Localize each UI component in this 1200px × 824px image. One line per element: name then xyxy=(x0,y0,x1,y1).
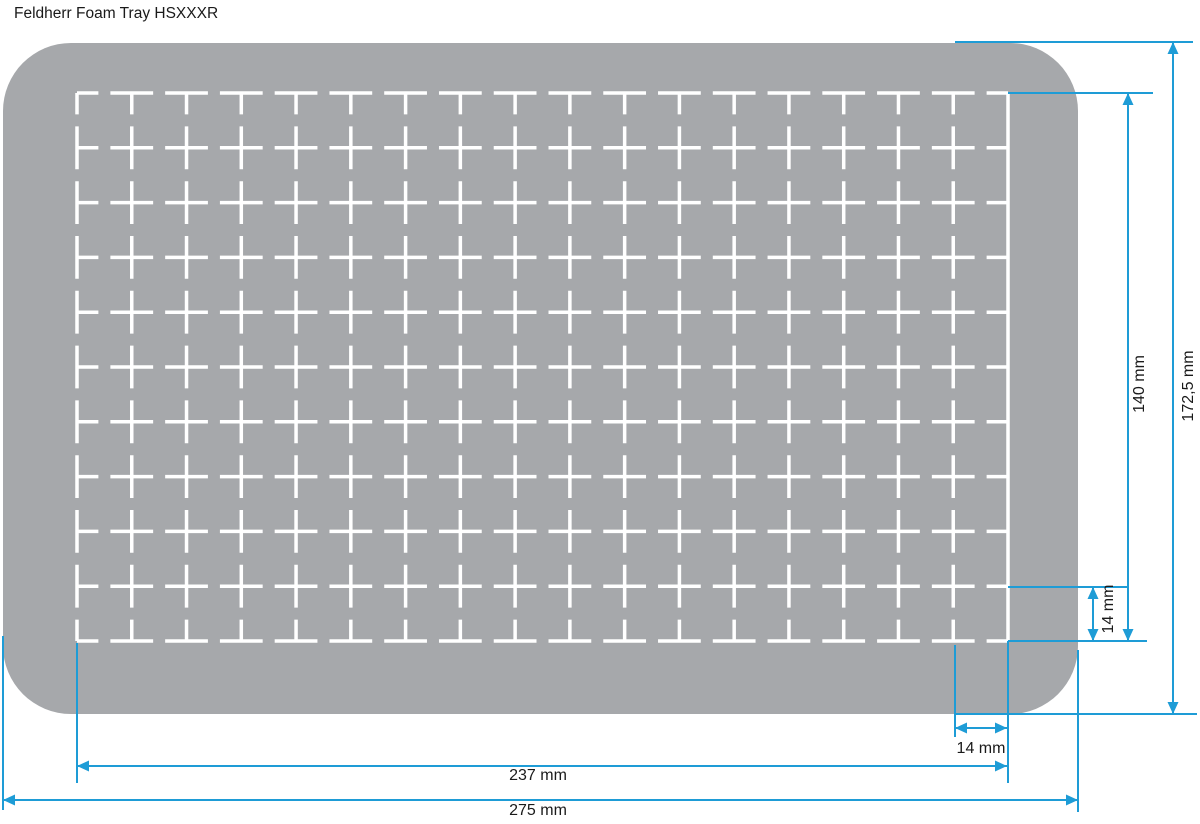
dimension-label-grid-height: 140 mm xyxy=(1131,355,1148,413)
drawing-canvas: Feldherr Foam Tray HSXXXR 237 mm 275 mm … xyxy=(0,0,1200,824)
dimension-label-cell-width: 14 mm xyxy=(956,740,1006,757)
dimension-label-grid-width: 237 mm xyxy=(509,767,567,784)
dimension-label-total-width: 275 mm xyxy=(509,802,567,819)
dimension-label-cell-height: 14 mm xyxy=(1100,584,1117,634)
dimension-label-total-height: 172,5 mm xyxy=(1180,350,1197,422)
drawing-title: Feldherr Foam Tray HSXXXR xyxy=(14,5,219,22)
foam-tray-diagram xyxy=(2,41,1197,812)
foam-tray-body xyxy=(3,43,1078,714)
